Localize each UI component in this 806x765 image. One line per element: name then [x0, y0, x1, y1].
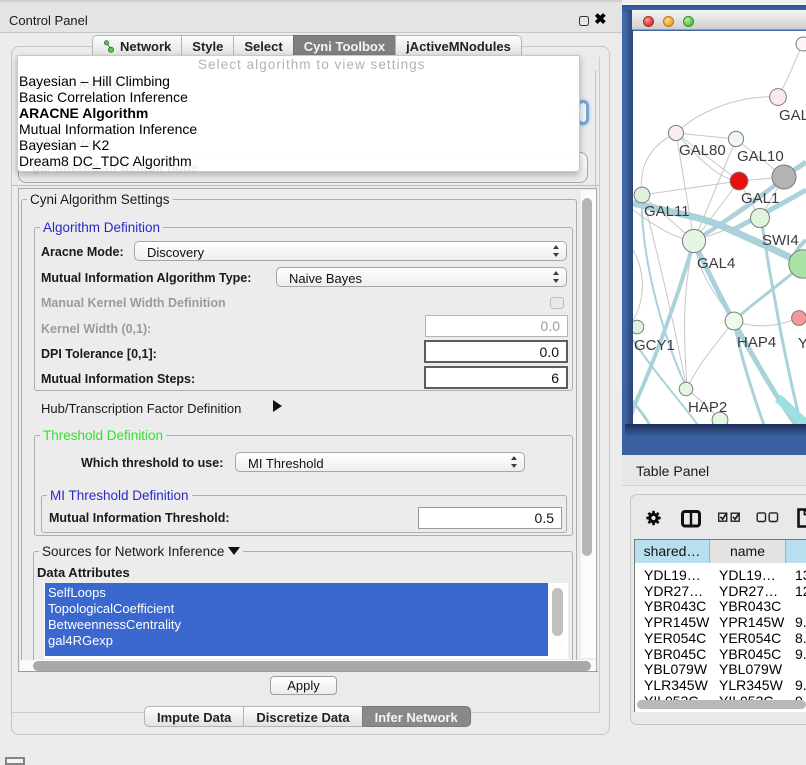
svg-text:HAP4: HAP4 [737, 334, 776, 351]
svg-text:GAL: GAL [779, 107, 806, 124]
svg-text:GAL11: GAL11 [644, 203, 690, 220]
svg-text:GAL1: GAL1 [741, 190, 779, 207]
svg-text:Y: Y [798, 335, 806, 352]
svg-text:SWI4: SWI4 [762, 232, 799, 249]
svg-text:GAL10: GAL10 [737, 148, 784, 165]
svg-text:GAL4: GAL4 [697, 255, 735, 272]
svg-text:HAP2: HAP2 [688, 399, 727, 416]
svg-text:GAL80: GAL80 [679, 142, 726, 159]
svg-text:GCY1: GCY1 [634, 337, 675, 354]
